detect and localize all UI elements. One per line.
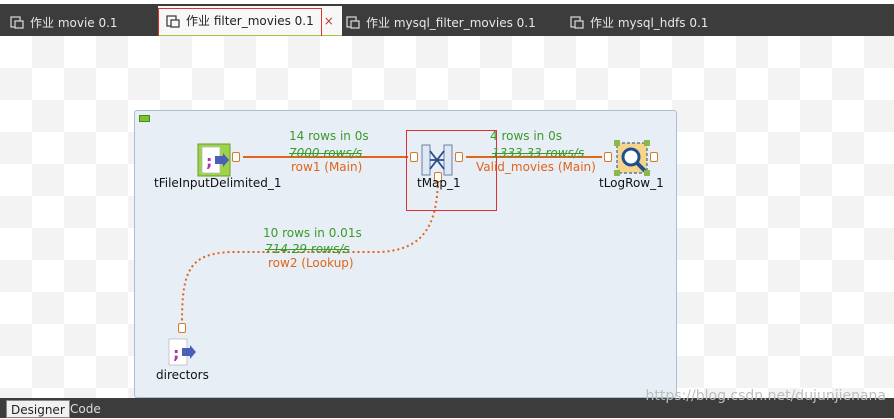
output-port[interactable] — [178, 323, 186, 333]
component-label: directors — [156, 368, 209, 382]
row1-stat: 14 rows in 0s — [289, 129, 369, 143]
valid-label[interactable]: Valid_movies (Main) — [476, 160, 596, 174]
row2-label[interactable]: row2 (Lookup) — [268, 256, 354, 270]
row1-label[interactable]: row1 (Main) — [291, 160, 362, 174]
directors-component-icon[interactable]: ; — [166, 337, 198, 369]
tab-code[interactable]: Code — [66, 400, 105, 418]
valid-stat: 4 rows in 0s — [490, 129, 562, 143]
svg-text:;: ; — [173, 344, 179, 363]
input-port[interactable] — [410, 152, 418, 162]
output-port[interactable] — [650, 152, 658, 162]
component-label: tLogRow_1 — [599, 176, 664, 190]
connection-lines — [181, 156, 602, 323]
file-input-component-icon[interactable]: ; — [197, 143, 231, 177]
input-port[interactable] — [604, 152, 612, 162]
row2-rate: 714.29 rows/s — [265, 242, 350, 256]
component-label: tMap_1 — [417, 176, 461, 190]
output-port[interactable] — [232, 152, 240, 162]
component-label: tFileInputDelimited_1 — [154, 176, 282, 190]
valid-rate: 1333.33 rows/s — [492, 146, 585, 160]
tab-designer[interactable]: Designer — [6, 400, 70, 418]
row2-stat: 10 rows in 0.01s — [263, 226, 362, 240]
watermark-text: https://blog.csdn.net/dujunjienana — [645, 388, 886, 404]
output-port[interactable] — [455, 152, 463, 162]
log-row-component-icon[interactable] — [614, 140, 650, 176]
svg-text:;: ; — [206, 152, 212, 171]
row1-rate: 7000 rows/s — [289, 146, 362, 160]
